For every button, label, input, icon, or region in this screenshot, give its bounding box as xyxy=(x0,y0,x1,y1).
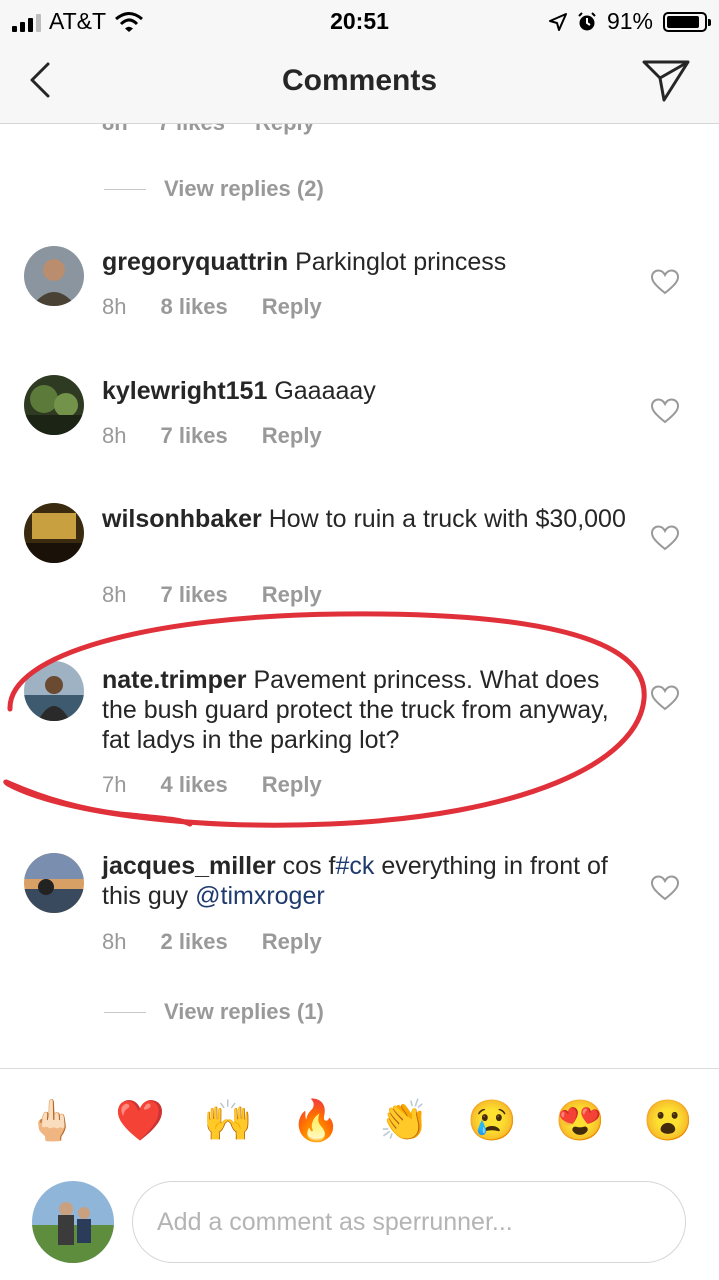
comment-meta: 8h 7 likes Reply xyxy=(102,582,356,608)
heart-icon[interactable] xyxy=(651,269,679,295)
comment-text: jacques_miller cos f#ck everything in fr… xyxy=(102,851,632,911)
comment-time: 7h xyxy=(102,772,127,797)
comment-meta: 7h 4 likes Reply xyxy=(102,772,356,798)
avatar[interactable] xyxy=(24,246,84,306)
reaction-fire[interactable]: 🔥 xyxy=(288,1093,344,1149)
view-replies-label: View replies (2) xyxy=(164,176,324,201)
comment-item: nate.trimper Pavement princess. What doe… xyxy=(0,661,719,821)
avatar[interactable] xyxy=(24,853,84,913)
view-replies-label: View replies (1) xyxy=(164,999,324,1024)
reply-button[interactable]: Reply xyxy=(262,929,322,955)
direct-send-icon[interactable] xyxy=(641,58,691,104)
comment-text: wilsonhbaker How to ruin a truck with $3… xyxy=(102,504,632,534)
view-replies-button[interactable]: View replies (2) xyxy=(104,176,324,202)
reaction-crying-face[interactable]: 😢 xyxy=(464,1093,520,1149)
comment-username[interactable]: nate.trimper xyxy=(102,666,246,694)
like-count[interactable]: 7 likes xyxy=(158,124,225,136)
comment-meta: 8h 2 likes Reply xyxy=(102,929,356,955)
comment-text: kylewright151 Gaaaaay xyxy=(102,376,632,406)
avatar[interactable] xyxy=(24,661,84,721)
hashtag-link[interactable]: #ck xyxy=(335,852,374,880)
reaction-red-heart[interactable]: ❤️ xyxy=(112,1093,168,1149)
my-avatar xyxy=(32,1181,114,1263)
battery-percent: 91% xyxy=(606,8,653,34)
avatar[interactable] xyxy=(24,375,84,435)
reply-button[interactable]: Reply xyxy=(262,294,322,320)
reply-button[interactable]: Reply xyxy=(262,772,322,798)
comment-composer-area: 🖕🏻 ❤️ 🙌 🔥 👏 😢 😍 😮 xyxy=(0,1068,719,1280)
comment-message: Gaaaaay xyxy=(274,377,376,405)
comment-item: kylewright151 Gaaaaay 8h 7 likes Reply xyxy=(0,370,719,480)
battery-icon xyxy=(663,11,711,32)
comment-time: 8h xyxy=(102,423,127,448)
comment-time: 8h xyxy=(102,582,127,607)
comment-message: cos f xyxy=(282,852,336,880)
comment-text: nate.trimper Pavement princess. What doe… xyxy=(102,665,632,755)
like-count[interactable]: 2 likes xyxy=(160,929,227,955)
comment-item: gregoryquattrin Parkinglot princess 8h 8… xyxy=(0,241,719,351)
heart-icon[interactable] xyxy=(651,685,679,711)
reply-button[interactable]: Reply xyxy=(262,582,322,608)
heart-icon[interactable] xyxy=(651,398,679,424)
view-replies-button[interactable]: View replies (1) xyxy=(104,999,324,1025)
reaction-middle-finger[interactable]: 🖕🏻 xyxy=(24,1093,80,1149)
comment-meta: 8h 7 likes Reply xyxy=(102,423,356,449)
status-bar: AT&T 20:51 91% xyxy=(0,0,719,44)
mention-link[interactable]: @timxroger xyxy=(195,882,325,910)
reaction-clapping-hands[interactable]: 👏 xyxy=(376,1093,432,1149)
comment-message: Parkinglot princess xyxy=(295,248,507,276)
comment-username[interactable]: kylewright151 xyxy=(102,377,267,405)
comment-item: wilsonhbaker How to ruin a truck with $3… xyxy=(0,500,719,640)
reaction-surprised-face[interactable]: 😮 xyxy=(640,1093,696,1149)
comment-time: 8h xyxy=(102,294,127,319)
divider-line xyxy=(104,1011,146,1013)
reply-button[interactable]: Reply xyxy=(262,423,322,449)
comments-list[interactable]: 8h 7 likes Reply View replies (2) gregor… xyxy=(0,124,719,1068)
status-right-group: 91% xyxy=(548,8,711,35)
comment-username[interactable]: gregoryquattrin xyxy=(102,248,288,276)
page-title: Comments xyxy=(281,64,438,97)
comment-message: How to ruin a truck with $30,000 xyxy=(268,505,626,533)
comment-item: jacques_miller cos f#ck everything in fr… xyxy=(0,851,719,991)
partial-comment-meta: 8h 7 likes Reply xyxy=(102,124,315,136)
heart-icon[interactable] xyxy=(651,875,679,901)
comment-time: 8h xyxy=(102,929,127,954)
alarm-icon xyxy=(578,11,596,30)
reaction-raising-hands[interactable]: 🙌 xyxy=(200,1093,256,1149)
add-comment-input[interactable] xyxy=(132,1181,686,1263)
comment-text: gregoryquattrin Parkinglot princess xyxy=(102,247,632,277)
like-count[interactable]: 7 likes xyxy=(160,423,227,449)
heart-icon[interactable] xyxy=(651,525,679,551)
comment-meta: 8h 8 likes Reply xyxy=(102,294,356,320)
avatar[interactable] xyxy=(24,503,84,563)
comment-username[interactable]: wilsonhbaker xyxy=(102,505,262,533)
like-count[interactable]: 4 likes xyxy=(160,772,227,798)
comment-time: 8h xyxy=(102,124,128,136)
comment-username[interactable]: jacques_miller xyxy=(102,852,276,880)
reaction-heart-eyes[interactable]: 😍 xyxy=(552,1093,608,1149)
like-count[interactable]: 7 likes xyxy=(160,582,227,608)
reply-button[interactable]: Reply xyxy=(255,124,315,136)
like-count[interactable]: 8 likes xyxy=(160,294,227,320)
navigation-bar: Comments xyxy=(0,44,719,124)
location-arrow-icon xyxy=(548,12,567,31)
divider-line xyxy=(104,188,146,190)
quick-reaction-bar: 🖕🏻 ❤️ 🙌 🔥 👏 😢 😍 😮 xyxy=(0,1093,719,1149)
